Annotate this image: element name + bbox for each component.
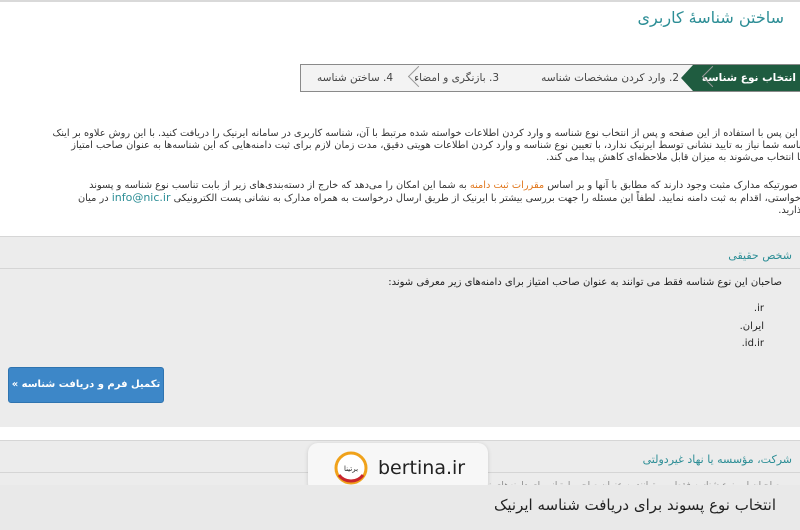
domain-item: .ایران [739,321,764,332]
intro-line: در این پس با استفاده از این صفحه و پس از… [52,128,800,139]
step-number: 4. [382,72,393,84]
step-label: وارد کردن مشخصات شناسه [541,72,666,84]
watermark-text: bertina.ir [378,457,466,479]
complete-form-button[interactable]: تکمیل فرم و دریافت شناسه » [8,367,164,403]
panel-description: صاحبان این نوع شناسه فقط می توانند به عن… [388,277,782,288]
panel-divider [0,268,800,269]
intro-line: درخواستی، اقدام به ثبت دامنه نمایید. لطف… [0,192,800,205]
step-4-create-id[interactable]: 4. ساختن شناسه [317,65,393,91]
step-2-enter-details[interactable]: 2. وارد کردن مشخصات شناسه [541,65,679,91]
intro-text: در میان [77,193,109,204]
registration-page: ساختن شناسهٔ کاربری 1. انتخاب نوع شناسه … [0,0,800,530]
intro-line: آنها انتخاب می‌شوند به میزان قابل ملاحظه… [546,152,800,163]
intro-line: بگذارید. [778,205,800,216]
logo-text: برتینا [344,465,358,473]
intro-line: شناسه شما نیاز به تایید نشانی توسط ایرنی… [71,140,800,151]
intro-paragraph-1: در این پس با استفاده از این صفحه و پس از… [0,128,800,164]
natural-person-panel: شخص حقیقی صاحبان این نوع شناسه فقط می تو… [0,236,800,427]
support-email-link[interactable]: info@nic.ir [112,191,171,204]
panel-title: شرکت، مؤسسه یا نهاد غیردولتی [642,453,792,466]
caption-bar: انتخاب نوع پسوند برای دریافت شناسه ایرنی… [0,485,800,530]
wizard-steps: 1. انتخاب نوع شناسه 2. وارد کردن مشخصات … [300,64,800,92]
step-number: 2. [668,72,679,84]
domain-rules-link[interactable]: مقررات ثبت دامنه [470,180,544,191]
intro-paragraph-2: در صورتیکه مدارک مثبت وجود دارند که مطاب… [0,180,800,217]
step-number: 3. [488,72,499,84]
intro-text: به شما این امکان را می‌دهد که خارج از دس… [89,180,467,191]
intro-text: درخواستی، اقدام به ثبت دامنه نمایید. لطف… [173,193,800,204]
intro-text: در صورتیکه مدارک مثبت وجود دارند که مطاب… [547,180,800,191]
top-divider [0,0,800,2]
image-caption: انتخاب نوع پسوند برای دریافت شناسه ایرنی… [493,496,776,514]
bertina-logo-icon: برتینا [334,451,368,485]
domain-item: .ir [753,303,764,314]
domain-item: .id.ir [741,338,764,349]
panel-title: شخص حقیقی [728,249,792,262]
page-title: ساختن شناسهٔ کاربری [637,8,784,27]
step-label: ساختن شناسه [317,72,380,84]
